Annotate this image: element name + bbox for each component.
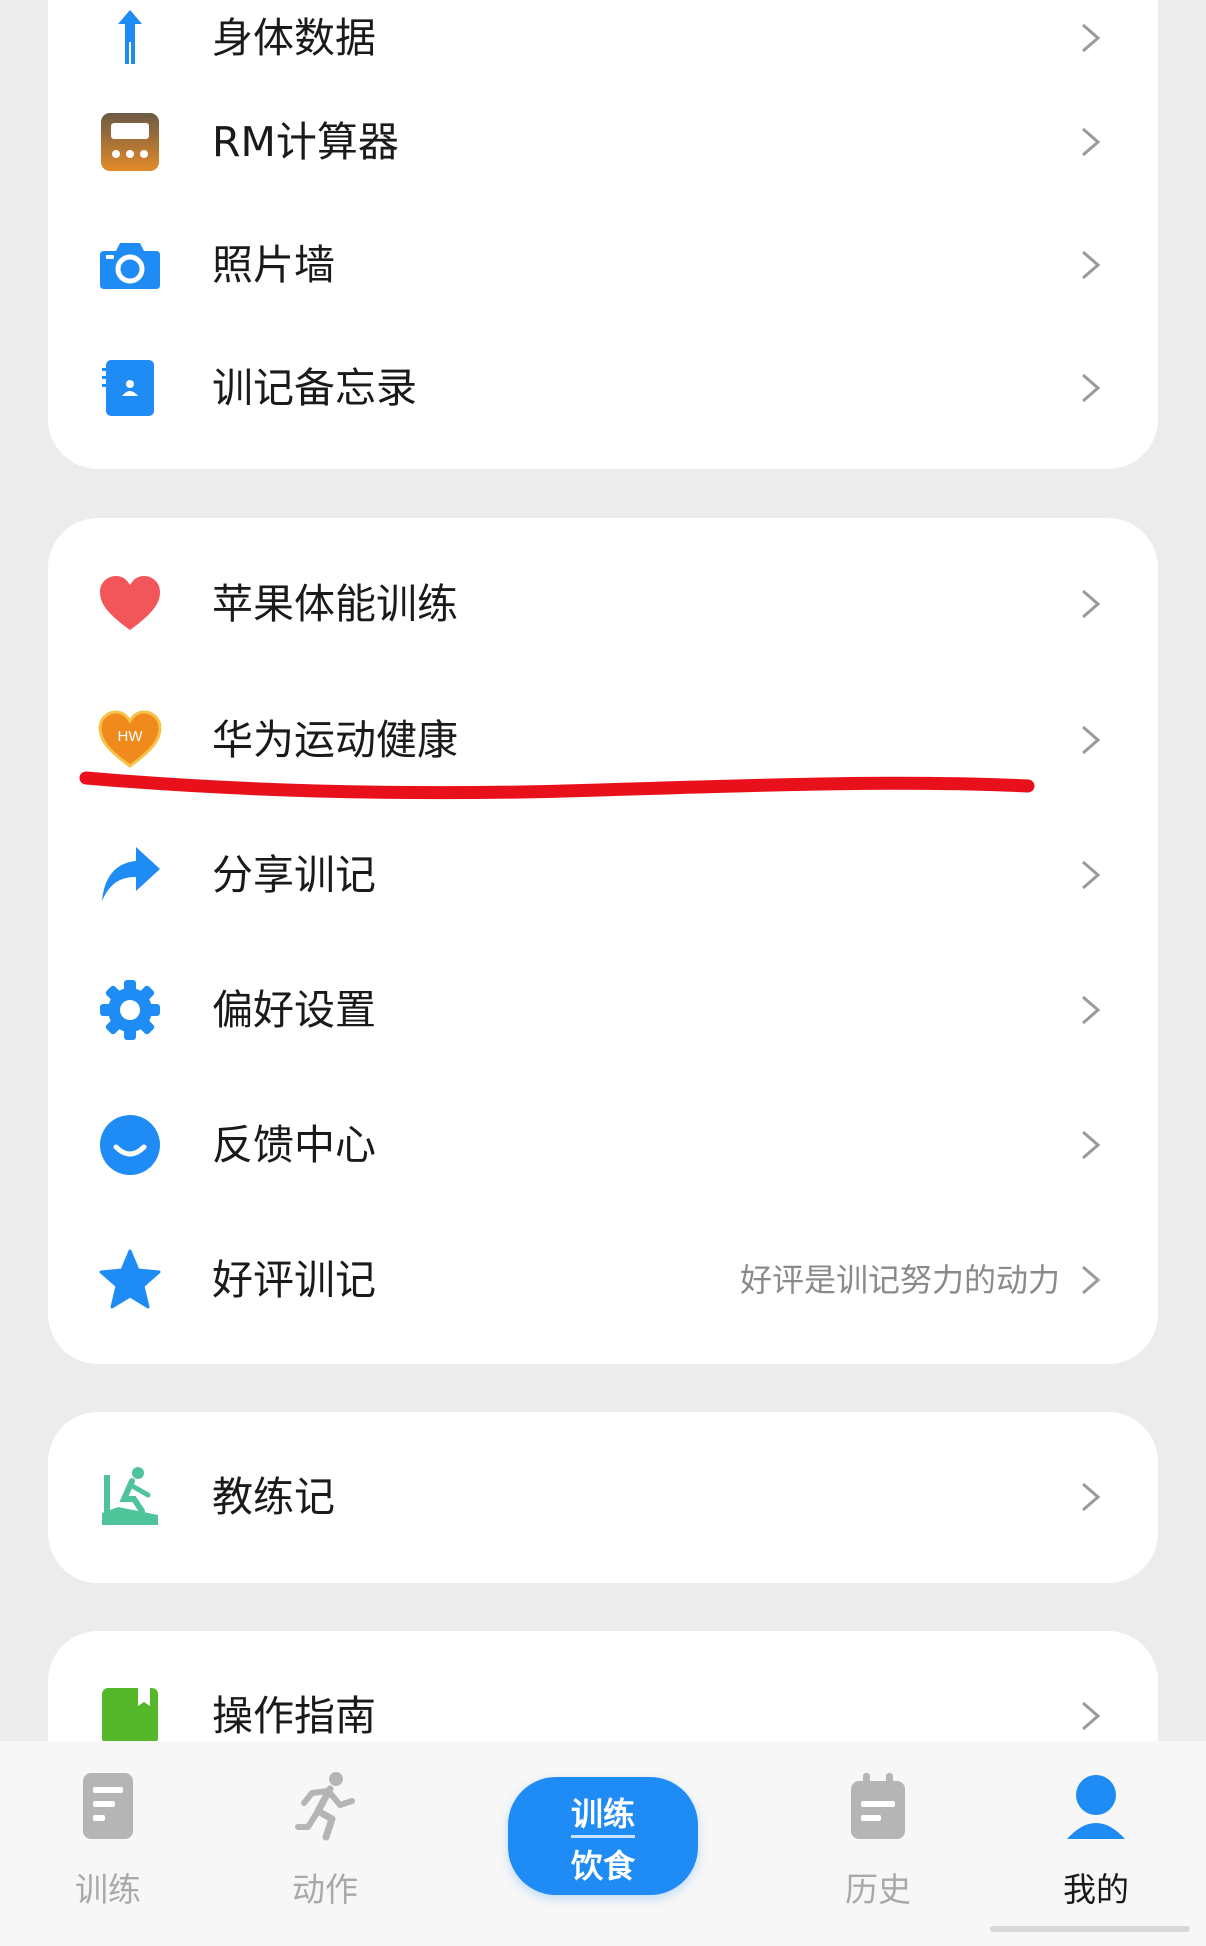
menu-item-label: 反馈中心	[212, 1121, 376, 1169]
menu-item-feedback[interactable]: 反馈中心	[48, 1085, 1158, 1205]
menu-card-coach: 教练记	[48, 1412, 1158, 1583]
guide-book-icon	[98, 1684, 162, 1748]
chevron-right-icon	[1080, 126, 1102, 158]
coach-rowing-icon	[98, 1465, 162, 1529]
running-person-icon	[292, 1771, 358, 1841]
center-button-line2: 饮食	[570, 1847, 635, 1885]
rate-hint-text: 好评是训记努力的动力	[739, 1261, 1060, 1299]
tab-mine[interactable]: 我的	[1016, 1741, 1176, 1946]
tab-label: 我的	[1063, 1870, 1129, 1909]
menu-card-tools: 身体数据 RM计算器 照片墙 训记备忘录	[48, 0, 1158, 469]
calculator-icon	[98, 110, 162, 174]
chevron-right-icon	[1080, 1700, 1102, 1732]
menu-item-label: 好评训记	[212, 1256, 376, 1304]
tab-training[interactable]: 训练	[28, 1741, 188, 1946]
center-button-divider	[571, 1835, 635, 1838]
memo-notebook-icon	[98, 356, 162, 420]
menu-item-preferences[interactable]: 偏好设置	[48, 950, 1158, 1070]
menu-item-label: RM计算器	[212, 118, 399, 166]
chevron-right-icon	[1080, 22, 1102, 54]
camera-icon	[98, 233, 162, 297]
chevron-right-icon	[1080, 1264, 1102, 1296]
calendar-icon	[845, 1771, 911, 1841]
home-indicator	[990, 1926, 1190, 1932]
menu-item-share[interactable]: 分享训记	[48, 815, 1158, 935]
menu-item-label: 苹果体能训练	[212, 580, 458, 628]
menu-item-coach[interactable]: 教练记	[48, 1437, 1158, 1557]
menu-item-huawei-health[interactable]: HW 华为运动健康	[48, 680, 1158, 800]
tab-label: 训练	[75, 1870, 141, 1909]
svg-text:HW: HW	[118, 728, 144, 745]
star-icon	[98, 1248, 162, 1312]
chevron-right-icon	[1080, 1129, 1102, 1161]
gear-icon	[98, 978, 162, 1042]
heart-icon	[98, 572, 162, 636]
menu-item-label: 偏好设置	[212, 986, 376, 1034]
chevron-right-icon	[1080, 724, 1102, 756]
chevron-right-icon	[1080, 588, 1102, 620]
training-doc-icon	[75, 1771, 141, 1841]
menu-item-label: 训记备忘录	[212, 364, 417, 412]
tab-label: 历史	[845, 1870, 911, 1909]
huawei-health-heart-icon: HW	[98, 708, 162, 772]
chevron-right-icon	[1080, 994, 1102, 1026]
menu-item-label: 照片墙	[212, 241, 335, 289]
body-figure-icon	[98, 6, 162, 70]
menu-item-label: 分享训记	[212, 851, 376, 899]
menu-card-settings: 苹果体能训练 HW 华为运动健康 分享训记 偏好设置 反馈中心 好评训记 好评是…	[48, 518, 1158, 1364]
chevron-right-icon	[1080, 249, 1102, 281]
menu-item-label: 华为运动健康	[212, 716, 458, 764]
share-arrow-icon	[98, 843, 162, 907]
tab-history[interactable]: 历史	[798, 1741, 958, 1946]
menu-item-apple-fitness[interactable]: 苹果体能训练	[48, 544, 1158, 664]
menu-item-label: 教练记	[212, 1473, 335, 1521]
menu-item-photo-wall[interactable]: 照片墙	[48, 205, 1158, 325]
tab-exercises[interactable]: 动作	[245, 1741, 405, 1946]
chevron-right-icon	[1080, 372, 1102, 404]
tab-label: 动作	[292, 1870, 358, 1909]
profile-page: 身体数据 RM计算器 照片墙 训记备忘录 苹果体能训练 HW 华为运动健康 分享…	[0, 0, 1206, 1946]
center-button-line1: 训练	[570, 1795, 635, 1833]
menu-item-rm-calculator[interactable]: RM计算器	[48, 82, 1158, 202]
user-icon	[1063, 1771, 1129, 1841]
menu-item-memo[interactable]: 训记备忘录	[48, 328, 1158, 448]
chevron-right-icon	[1080, 1481, 1102, 1513]
training-diet-switch-button[interactable]: 训练 饮食	[508, 1777, 698, 1895]
chevron-right-icon	[1080, 859, 1102, 891]
smile-icon	[98, 1113, 162, 1177]
menu-item-rate[interactable]: 好评训记 好评是训记努力的动力	[48, 1220, 1158, 1340]
